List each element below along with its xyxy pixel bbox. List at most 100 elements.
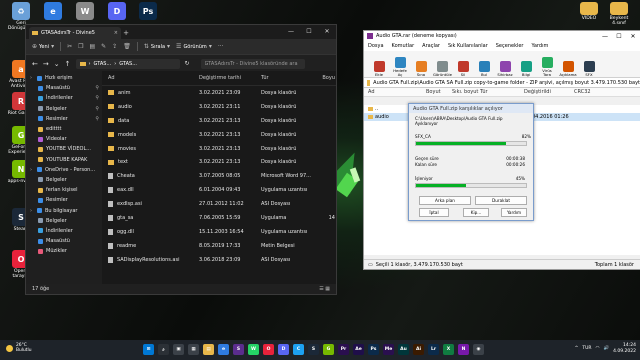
desktop-shortcut[interactable]: e [38,2,68,21]
table-row[interactable]: readme 8.05.2019 17:33 Metin Belgesi [102,239,336,253]
column-name[interactable]: Ad [102,75,199,81]
cancel-button[interactable]: İptal [419,208,449,217]
sidebar-item[interactable]: editttt [26,124,102,134]
toolbar-button[interactable]: Bilgi [517,61,535,77]
column-name[interactable]: Ad [364,89,426,95]
toolbar-button[interactable]: Açıklama [559,61,577,77]
table-row[interactable]: exdlsp.asi 27.01.2012 11:02 ASI Dosyası [102,197,336,211]
forward-arrow-icon[interactable]: → [43,60,49,68]
sidebar-item[interactable]: Masaüstü [26,236,102,246]
search-input[interactable]: GTASAdırsTr - Divine5 klasöründe ara [200,58,305,69]
taskbar-app-icon[interactable]: X [443,344,454,355]
column-crc[interactable]: CRC32 [574,89,614,95]
sidebar-item[interactable]: Belgeler [26,216,102,226]
sort-button[interactable]: ⇅ Sırala ▾ [144,43,170,50]
address-bar[interactable]: › GTAS... › GTAS... [75,58,180,69]
taskbar-app-icon[interactable]: ▤ [203,344,214,355]
taskbar-app-icon[interactable]: S [233,344,244,355]
close-button[interactable]: ✕ [318,25,336,39]
taskbar-app-icon[interactable]: S [308,344,319,355]
weather-widget[interactable]: 26°C Bulutlu [6,343,32,353]
cut-icon[interactable]: ✂ [67,43,72,50]
desktop-shortcut[interactable]: D [102,2,132,21]
view-button[interactable]: ☰ Görünüm ▾ [176,43,212,50]
help-button[interactable]: Yardım [501,208,527,217]
taskbar-app-icon[interactable]: O [263,344,274,355]
table-row[interactable]: models 3.02.2021 23:13 Dosya klasörü [102,128,336,142]
taskbar-app-icon[interactable]: D [278,344,289,355]
taskbar-app-icon[interactable]: Au [398,344,409,355]
taskbar-app-icon[interactable]: Ps [368,344,379,355]
explorer-tab[interactable]: GTASAdırsTr - Divine5 × [29,27,121,39]
toolbar-button[interactable]: Ekle [370,61,388,77]
sidebar-item[interactable]: YOUTUBE KAPAK [26,155,102,165]
column-type[interactable]: Tür [480,89,524,95]
sidebar-item[interactable]: ferlan kişisel [26,185,102,195]
table-row[interactable]: anim 3.02.2021 23:09 Dosya klasörü [102,86,336,100]
column-modified[interactable]: Değiştirildi [524,89,574,95]
wifi-icon[interactable]: ◠ [596,346,600,351]
table-row[interactable]: text 3.02.2021 23:13 Dosya klasörü [102,155,336,169]
desktop-folder[interactable]: VIDEO [574,2,604,21]
taskbar-app-icon[interactable]: ⊞ [143,344,154,355]
chevron-right-icon[interactable]: › [30,167,34,173]
taskbar-app-icon[interactable]: ⌕ [158,344,169,355]
column-type[interactable]: Tür [261,75,311,81]
taskbar-app-icon[interactable]: Lr [428,344,439,355]
column-size[interactable]: Boyut [426,89,452,95]
sidebar-item[interactable]: İndirilenler ⚲ [26,93,102,103]
refresh-icon[interactable]: ↻ [185,60,190,67]
paste-icon[interactable]: ▤ [90,43,96,50]
copy-icon[interactable]: ❐ [78,43,83,50]
toolbar-button[interactable]: Sil [454,61,472,77]
menu-item[interactable]: Yardım [532,43,549,49]
up-folder-icon[interactable] [367,79,371,86]
sidebar-item[interactable]: Belgeler ⚲ [26,104,102,114]
sidebar-item[interactable]: Müzikler [26,246,102,256]
toolbar-button[interactable]: Virüs Tara [538,57,556,77]
table-row[interactable]: movies 3.02.2021 23:13 Dosya klasörü [102,142,336,156]
new-tab-button[interactable]: + [121,27,131,39]
maximize-button[interactable]: ☐ [612,33,626,40]
taskbar-app-icon[interactable]: Ai [413,344,424,355]
sidebar-item[interactable]: › OneDrive - Person... [26,165,102,175]
desktop-shortcut[interactable]: Ps [133,2,163,21]
up-arrow-icon[interactable]: ↑ [65,60,71,68]
minimize-button[interactable]: — [598,33,612,40]
toolbar-button[interactable]: SFX [580,61,598,77]
volume-icon[interactable]: 🔊 [603,346,609,351]
new-button[interactable]: ⊕ Yeni ▾ [32,43,54,50]
breadcrumb-item[interactable]: GTAS... [119,61,137,67]
view-toggle-icons[interactable]: ☰ ▦ [319,286,330,292]
table-row[interactable]: SADisplayResolutions.asi 3.06.2018 23:09 A… [102,253,336,267]
taskbar-app-icon[interactable]: ◉ [473,344,484,355]
column-date[interactable]: Değiştirme tarihi [199,75,261,81]
chevron-right-icon[interactable]: › [30,208,34,214]
desktop-shortcut[interactable]: W [70,2,100,21]
table-row[interactable]: data 3.02.2021 23:13 Dosya klasörü [102,114,336,128]
taskbar-app-icon[interactable]: ▦ [188,344,199,355]
background-button[interactable]: Arka plan [419,196,471,205]
maximize-button[interactable]: ☐ [300,25,318,39]
table-row[interactable]: Cheata 3.07.2005 08:05 Microsoft Word 97..… [102,169,336,183]
sidebar-item[interactable]: Belgeler [26,175,102,185]
table-row[interactable]: gta_sa 7.06.2005 15:59 Uygulama 14 [102,211,336,225]
taskbar-app-icon[interactable]: ▣ [173,344,184,355]
chevron-down-icon[interactable]: ⌄ [54,60,60,68]
sidebar-item[interactable]: Masaüstü ⚲ [26,83,102,93]
taskbar-app-icon[interactable]: N [458,344,469,355]
column-size[interactable]: Boyu [311,75,335,81]
taskbar-app-icon[interactable]: G [323,344,334,355]
table-row[interactable]: audio 3.02.2021 23:11 Dosya klasörü [102,100,336,114]
taskbar-app-icon[interactable]: Me [383,344,394,355]
back-arrow-icon[interactable]: ← [32,60,38,68]
sidebar-item[interactable]: Resimler ⚲ [26,114,102,124]
sidebar-item[interactable]: Resimler [26,195,102,205]
clock[interactable]: 14:24 4.09.2022 [613,343,636,354]
menu-item[interactable]: Sık Kullanılanlar [448,43,488,49]
more-options-icon[interactable]: ··· [218,43,224,50]
taskbar-app-icon[interactable]: Pr [338,344,349,355]
taskbar-app-icon[interactable]: e [218,344,229,355]
toolbar-button[interactable]: Hedefe Aç [391,57,409,77]
breadcrumb-item[interactable]: GTAS... [94,61,112,67]
